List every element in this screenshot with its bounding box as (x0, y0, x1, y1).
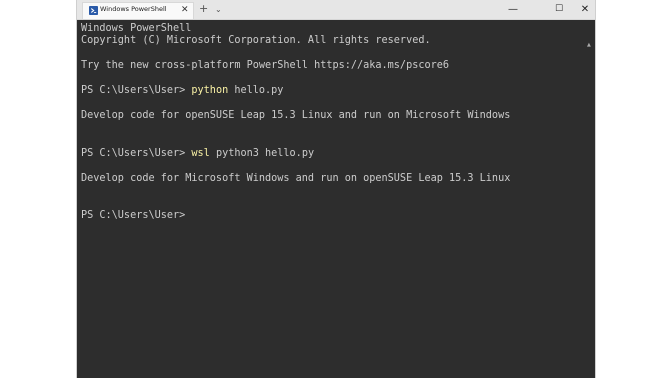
command-args: hello.py (228, 85, 284, 96)
tab-close-icon[interactable]: ✕ (181, 4, 189, 16)
scroll-up-icon[interactable]: ▲ (587, 42, 593, 48)
prompt: PS C:\Users\User> (81, 148, 192, 159)
console-copyright: Copyright (C) Microsoft Corporation. All… (81, 35, 431, 46)
command-name: python (191, 85, 229, 96)
console-output[interactable]: ▲ Windows PowerShell Copyright (C) Micro… (77, 20, 595, 378)
close-button[interactable]: ✕ (574, 0, 595, 19)
prompt: PS C:\Users\User> (81, 85, 192, 96)
console-command-line: PS C:\Users\User> python hello.py (81, 84, 283, 97)
console-output-line: Develop code for openSUSE Leap 15.3 Linu… (81, 110, 511, 121)
tab-title: Windows PowerShell (100, 5, 167, 13)
title-bar: Windows PowerShell ✕ + ⌄ — ☐ ✕ (77, 0, 595, 20)
maximize-button[interactable]: ☐ (549, 0, 569, 19)
minimize-button[interactable]: — (502, 0, 524, 19)
console-command-line: PS C:\Users\User> wsl python3 hello.py (81, 147, 314, 160)
command-args: python3 hello.py (209, 148, 315, 159)
console-prompt[interactable]: PS C:\Users\User> (81, 209, 185, 222)
console-output-line: Develop code for Microsoft Windows and r… (81, 173, 511, 184)
chevron-down-icon[interactable]: ⌄ (215, 4, 222, 16)
command-name: wsl (191, 148, 210, 159)
powershell-icon (89, 6, 98, 15)
console-try-message: Try the new cross-platform PowerShell ht… (81, 60, 450, 71)
new-tab-button[interactable]: + (199, 2, 208, 16)
terminal-window: Windows PowerShell ✕ + ⌄ — ☐ ✕ ▲ Windows… (77, 0, 595, 378)
tab-windows-powershell[interactable]: Windows PowerShell ✕ (82, 2, 194, 19)
